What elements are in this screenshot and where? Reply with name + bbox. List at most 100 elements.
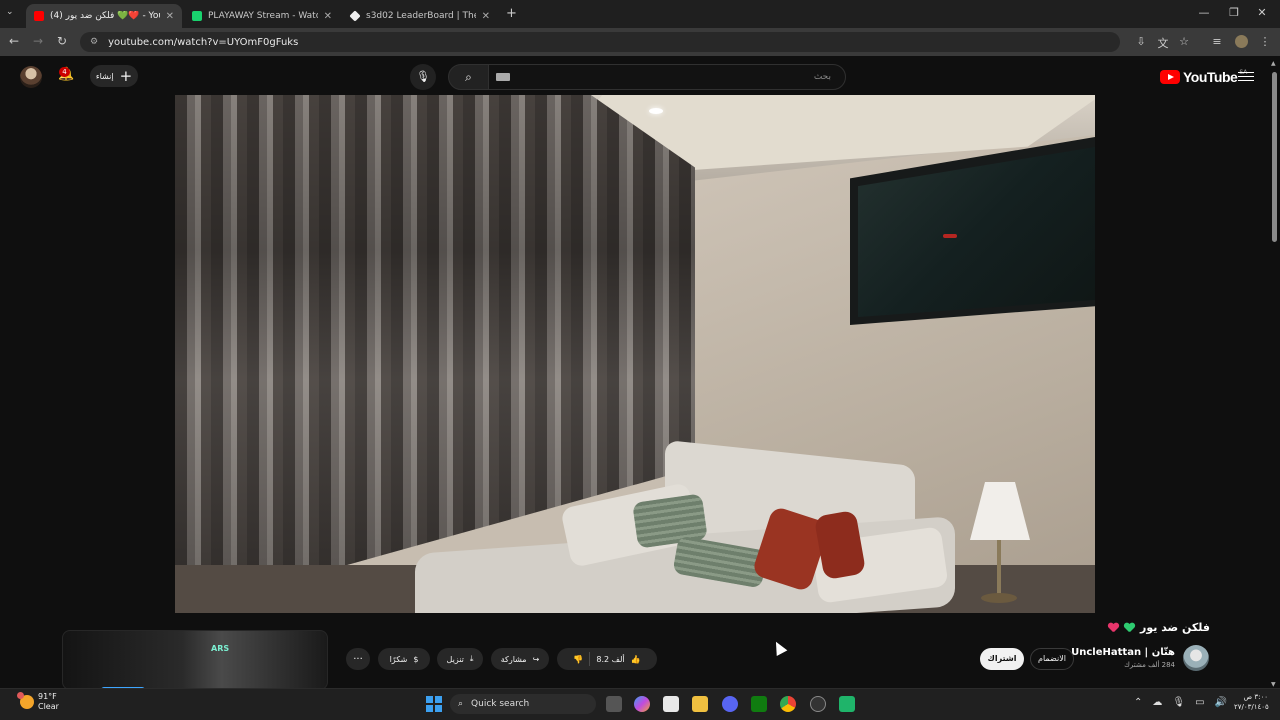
tray-overflow-icon[interactable]: ⌃ (1134, 697, 1142, 708)
close-tab-icon[interactable]: ✕ (482, 11, 490, 22)
search-icon: ⌕ (458, 699, 464, 709)
thanks-icon: $ (413, 654, 419, 664)
app-icon[interactable] (839, 696, 855, 712)
microphone-icon: 🎙 (416, 70, 430, 83)
youtube-wordmark: YouTube (1183, 69, 1238, 85)
system-tray: ⌃ ☁ 🎙 ▭ 🔊 (1134, 697, 1227, 708)
store-icon[interactable] (663, 696, 679, 712)
discord-icon[interactable] (722, 696, 738, 712)
close-tab-icon[interactable]: ✕ (166, 11, 174, 22)
thanks-button[interactable]: شكرًا $ (378, 648, 430, 670)
minimize-icon[interactable]: — (1194, 6, 1214, 19)
translate-icon[interactable]: 文 (1156, 35, 1170, 51)
green-heart-icon (1124, 623, 1135, 633)
recommended-video-card[interactable]: ARS (62, 630, 328, 690)
taskbar-search[interactable]: ⌕ Quick search (450, 694, 596, 714)
app-icon[interactable] (810, 696, 826, 712)
create-button[interactable]: إنشاء + (90, 65, 138, 87)
install-app-icon[interactable]: ⇩ (1134, 35, 1148, 48)
reload-icon[interactable]: ↻ (54, 34, 70, 48)
hamburger-menu-icon[interactable] (1238, 69, 1254, 83)
microphone-icon[interactable]: 🎙 (1172, 697, 1185, 708)
task-view-icon[interactable] (606, 696, 622, 712)
scroll-up-icon[interactable]: ▲ (1271, 60, 1276, 67)
chrome-icon[interactable] (780, 696, 796, 712)
like-dislike-pill: 👎 8.2 ألف 👍 (557, 648, 657, 670)
temperature: 91°F (38, 692, 57, 701)
playaway-favicon-icon (192, 11, 202, 21)
video-title-text: فلكن ضد يور (1140, 621, 1210, 634)
channel-avatar[interactable] (1183, 645, 1209, 671)
tab-title: PLAYAWAY Stream - Watch Live (208, 11, 318, 21)
like-count[interactable]: 8.2 ألف (596, 655, 624, 664)
bookmark-star-icon[interactable]: ☆ (1177, 35, 1191, 48)
search-input[interactable]: بحث (488, 64, 846, 90)
weather-condition: Clear (38, 702, 59, 711)
account-avatar[interactable] (20, 66, 42, 88)
tab-youtube[interactable]: (4) فلكن ضد يور 💚❤️ - YouTube ✕ (26, 4, 182, 28)
join-button[interactable]: الانضمام (1030, 648, 1074, 670)
pink-heart-icon (1108, 623, 1119, 633)
address-bar[interactable]: ⚙ youtube.com/watch?v=UYOmF0gFuks (80, 32, 1120, 52)
subscriber-count: 284 ألف مشترك (1124, 661, 1175, 669)
video-lamp-base (981, 593, 1017, 603)
tab-playaway[interactable]: PLAYAWAY Stream - Watch Live ✕ (184, 4, 340, 28)
plus-icon: + (119, 67, 133, 85)
mouse-cursor-icon (770, 638, 788, 657)
share-icon: ↪ (532, 654, 540, 664)
youtube-play-icon (1160, 70, 1180, 84)
forward-icon[interactable]: → (30, 34, 46, 48)
dislike-button[interactable]: 👎 (573, 655, 583, 664)
search-icon: ⌕ (465, 70, 472, 84)
tab-leaderboard[interactable]: s3d02 LeaderBoard | The best ✕ (342, 4, 498, 28)
back-icon[interactable]: ← (6, 34, 22, 48)
tab-list-chevron-icon[interactable]: ⌄ (6, 7, 14, 17)
video-lamp-stem (997, 540, 1001, 595)
subscribe-button[interactable]: اشتراك (980, 648, 1024, 670)
close-window-icon[interactable]: ✕ (1252, 6, 1272, 19)
profile-avatar[interactable] (1235, 35, 1248, 48)
search-button[interactable]: ⌕ (448, 64, 489, 90)
site-info-icon[interactable]: ⚙ (90, 37, 98, 47)
time: ٣:٠٠ ص (1243, 693, 1268, 701)
page-scrollbar[interactable]: ▲ ▼ (1271, 60, 1278, 688)
channel-name[interactable]: UncleHattan | هتّان (1060, 647, 1175, 658)
reading-list-icon[interactable]: ≡ (1210, 35, 1224, 48)
browser-menu-icon[interactable]: ⋮ (1258, 35, 1272, 48)
copilot-icon[interactable] (634, 696, 650, 712)
network-icon[interactable]: ▭ (1195, 697, 1204, 708)
maximize-icon[interactable]: ❐ (1224, 6, 1244, 19)
voice-search-button[interactable]: 🎙 (410, 64, 436, 90)
new-tab-button[interactable]: + (506, 6, 517, 21)
scroll-down-icon[interactable]: ▼ (1271, 681, 1276, 688)
close-tab-icon[interactable]: ✕ (324, 11, 332, 22)
scrollbar-thumb[interactable] (1272, 72, 1277, 242)
keyboard-icon[interactable] (496, 73, 510, 81)
windows-start-icon[interactable] (426, 696, 442, 712)
video-player[interactable] (175, 95, 1095, 613)
like-thumb-icon[interactable]: 👍 (631, 655, 641, 664)
volume-icon[interactable]: 🔊 (1215, 697, 1227, 708)
xbox-icon[interactable] (751, 696, 767, 712)
share-button[interactable]: مشاركة ↪ (491, 648, 549, 670)
file-explorer-icon[interactable] (692, 696, 708, 712)
more-actions-button[interactable]: ··· (346, 648, 370, 670)
like-divider (589, 652, 591, 666)
download-button[interactable]: تنزيل ⤓ (437, 648, 483, 670)
preview-tag: ARS (211, 644, 230, 653)
clock[interactable]: ٣:٠٠ ص ٢٧/٠٣/١٤٠٥ (1234, 692, 1269, 712)
sun-icon (17, 692, 34, 709)
download-label: تنزيل (446, 654, 464, 664)
date: ٢٧/٠٣/١٤٠٥ (1234, 703, 1269, 711)
video-title: فلكن ضد يور (1000, 621, 1210, 634)
youtube-logo[interactable]: YouTube SA (1160, 69, 1247, 85)
weather-badge (17, 692, 24, 699)
leaderboard-favicon-icon (349, 10, 361, 22)
weather-widget[interactable]: 91°F Clear (17, 692, 59, 712)
download-icon: ⤓ (469, 654, 474, 663)
youtube-favicon-icon (34, 11, 44, 21)
create-label: إنشاء (95, 71, 114, 81)
url-text: youtube.com/watch?v=UYOmF0gFuks (108, 36, 299, 48)
taskbar-search-label: Quick search (471, 699, 530, 709)
onedrive-icon[interactable]: ☁ (1152, 697, 1162, 708)
